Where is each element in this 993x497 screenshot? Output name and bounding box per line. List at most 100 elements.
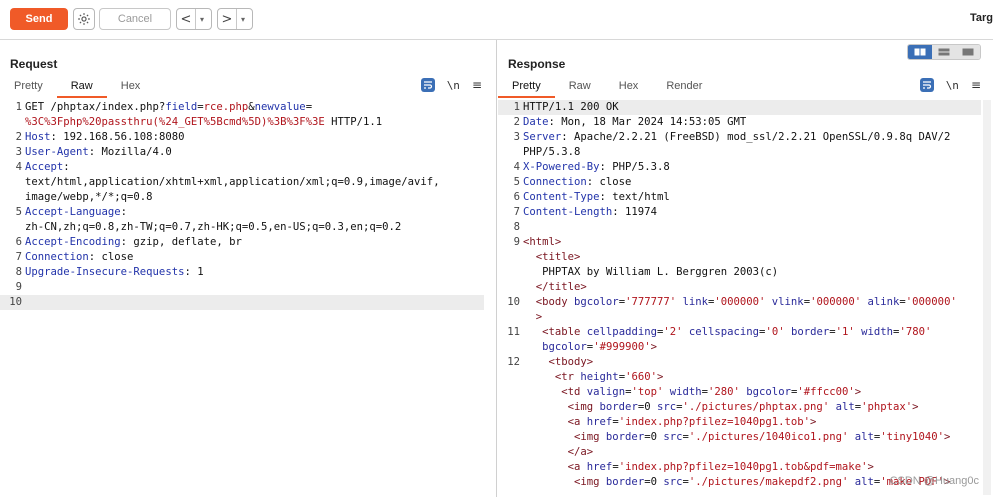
code-line: PHP/5.3.8 <box>498 145 981 160</box>
code-token: =0 <box>644 476 664 488</box>
layout-stacked-icon[interactable] <box>932 45 956 59</box>
code-token: <tbody> <box>548 356 594 368</box>
code-token: href <box>580 416 613 428</box>
code-token: Upgrade-Insecure-Requests <box>25 266 185 278</box>
tab-pretty[interactable]: Pretty <box>0 77 57 96</box>
code-line: 5 Connection: close <box>498 175 981 190</box>
line-content: <tbody> <box>523 355 981 370</box>
line-number: 8 <box>15 266 22 278</box>
menu-icon[interactable]: ≡ <box>472 78 482 92</box>
tab-pretty[interactable]: Pretty <box>498 77 555 98</box>
cancel-button[interactable]: Cancel <box>99 8 171 30</box>
code-token: '000000' <box>810 296 862 308</box>
code-token: <a <box>567 461 581 473</box>
line-number: 6 <box>15 236 22 248</box>
code-line: > <box>498 310 981 325</box>
line-content: Content-Type: text/html <box>523 190 981 205</box>
back-button[interactable]: < ▾ <box>176 8 212 30</box>
show-newlines-toggle[interactable]: \n <box>447 79 460 92</box>
code-token: : close <box>88 251 134 263</box>
line-number: 8 <box>513 221 520 233</box>
code-line: </a> <box>498 445 981 460</box>
target-label[interactable]: Targ <box>970 12 993 24</box>
line-content: Connection: close <box>523 175 981 190</box>
code-line: 7 Connection: close <box>0 250 484 265</box>
tab-render[interactable]: Render <box>652 77 716 96</box>
code-token: Content-Type <box>523 191 600 203</box>
line-content: <title> <box>523 250 981 265</box>
line-number <box>498 475 523 490</box>
code-token: link <box>676 296 708 308</box>
line-content: Upgrade-Insecure-Requests: 1 <box>25 265 484 280</box>
code-token: vlink <box>765 296 804 308</box>
top-toolbar: Send Cancel < ▾ > ▾ Targ <box>0 0 993 40</box>
settings-button[interactable] <box>73 8 95 30</box>
code-token: '#999900' <box>593 341 651 353</box>
code-token: border <box>599 476 645 488</box>
code-token: <tr <box>554 371 575 383</box>
forward-button[interactable]: > ▾ <box>217 8 253 30</box>
line-number: 2 <box>513 116 520 128</box>
layout-tabs-icon[interactable] <box>956 45 980 59</box>
code-token: '0' <box>765 326 785 338</box>
code-token: Date <box>523 116 549 128</box>
code-token: bgcolor <box>567 296 619 308</box>
response-editor[interactable]: 1 HTTP/1.1 200 OK 2 Date: Mon, 18 Mar 2024 … <box>498 100 981 497</box>
tab-hex[interactable]: Hex <box>107 77 155 96</box>
show-newlines-toggle[interactable]: \n <box>946 79 959 92</box>
line-number <box>0 175 25 190</box>
code-token: '#ffcc00' <box>797 386 855 398</box>
tab-raw[interactable]: Raw <box>56 77 107 98</box>
line-number: 11 <box>507 326 520 338</box>
code-line: <img border=0 src='./pictures/phptax.png… <box>498 400 981 415</box>
line-content: Host: 192.168.56.108:8080 <box>25 130 484 145</box>
layout-side-by-side-icon[interactable] <box>908 45 932 59</box>
send-button[interactable]: Send <box>10 8 68 30</box>
code-token: image/webp,*/*;q=0.8 <box>25 191 153 203</box>
request-tabs: Pretty Raw Hex <box>0 77 155 98</box>
code-token: GET /phptax/index.php? <box>25 101 166 113</box>
line-number <box>498 460 523 475</box>
code-token: field <box>165 101 198 113</box>
code-token: : <box>120 206 128 218</box>
line-content <box>523 220 981 235</box>
chevron-down-icon[interactable]: ▾ <box>195 9 208 29</box>
watermark: CSDN @Huang0c <box>889 475 979 487</box>
code-line: image/webp,*/*;q=0.8 <box>0 190 484 205</box>
code-token: : Mozilla/4.0 <box>88 146 172 158</box>
code-token: './pictures/1040ico1.png' <box>688 431 849 443</box>
request-editor[interactable]: 1 GET /phptax/index.php?field=rce.php&new… <box>0 100 484 497</box>
tab-raw[interactable]: Raw <box>555 77 605 96</box>
code-token: Content-Length <box>523 206 613 218</box>
chevron-down-icon[interactable]: ▾ <box>236 9 249 29</box>
menu-icon[interactable]: ≡ <box>971 78 981 92</box>
code-token: cellpadding <box>580 326 657 338</box>
code-line: 2 Date: Mon, 18 Mar 2024 14:53:05 GMT <box>498 115 981 130</box>
code-token: <td <box>561 386 581 398</box>
line-content: </a> <box>523 445 981 460</box>
code-line: 11 <table cellpadding='2' cellspacing='0… <box>498 325 981 340</box>
code-token: > <box>912 401 919 413</box>
line-number <box>498 265 523 280</box>
wrap-lines-icon[interactable] <box>919 78 934 92</box>
code-line: 9 <box>0 280 484 295</box>
code-line: 9 <html> <box>498 235 981 250</box>
code-token: PHP/5.3.8 <box>523 146 581 158</box>
code-token: border <box>599 431 645 443</box>
line-content: <img border=0 src='./pictures/phptax.png… <box>523 400 981 415</box>
response-controls: \n ≡ <box>919 78 981 92</box>
code-token: : 192.168.56.108:8080 <box>50 131 185 143</box>
line-number: 1 <box>15 101 22 113</box>
code-token: <body <box>535 296 568 308</box>
tab-hex[interactable]: Hex <box>605 77 653 96</box>
code-token: > <box>810 416 817 428</box>
wrap-lines-icon[interactable] <box>420 78 435 92</box>
response-scrollbar[interactable] <box>983 100 991 495</box>
code-token: alt <box>848 431 874 443</box>
code-line: <a href='index.php?pfilez=1040pg1.tob'> <box>498 415 981 430</box>
code-token: Connection <box>25 251 89 263</box>
line-content: <table cellpadding='2' cellspacing='0' b… <box>523 325 981 340</box>
response-tabs: Pretty Raw Hex Render <box>498 77 716 98</box>
